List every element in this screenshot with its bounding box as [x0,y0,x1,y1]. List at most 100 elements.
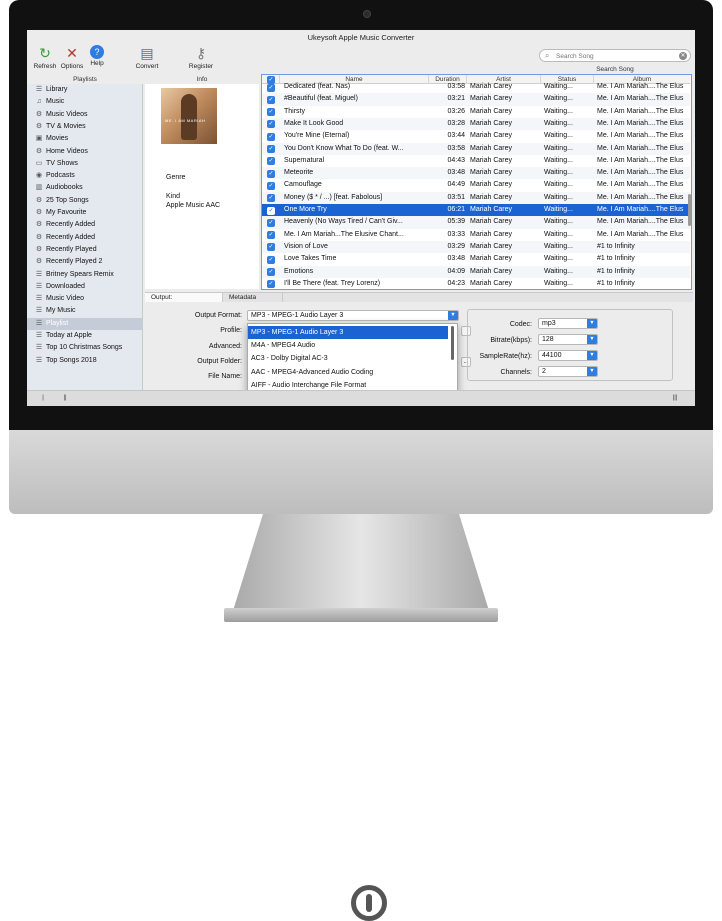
table-row[interactable]: ✓ Make It Look Good 03:28 Mariah Carey Waiti… [262,117,690,131]
sidebar-item-icon: ☰ [35,270,43,278]
sidebar-item[interactable]: ▣ Movies [27,133,143,145]
row-checkbox[interactable]: ✓ [267,108,275,117]
table-row[interactable]: ✓ Camouflage 04:49 Mariah Carey Waiting... Me… [262,179,690,191]
format-option[interactable]: AC3 - Dolby Digital AC-3 [248,352,448,365]
status-button-3[interactable]: ||| [669,394,681,403]
row-checkbox[interactable]: ✓ [267,206,275,215]
status-button-1[interactable]: | [37,394,49,403]
sidebar-item[interactable]: ▭ TV Shows [27,158,143,170]
row-checkbox[interactable]: ✓ [267,95,275,104]
row-checkbox[interactable]: ✓ [267,169,275,178]
row-checkbox[interactable]: ✓ [267,145,275,153]
sidebar-item[interactable]: ▥ Audiobooks [27,182,143,194]
row-checkbox[interactable]: ✓ [267,132,275,141]
table-row[interactable]: ✓ #Beautiful (feat. Miguel) 03:21 Mariah Ca… [262,93,690,106]
codec-select[interactable]: mp3 ▼ [538,318,598,329]
sidebar-item-icon: ⚙ [35,147,43,155]
table-row[interactable]: ✓ I'll Be There (feat. Trey Lorenz) 04:23 M… [262,278,690,289]
sidebar-item[interactable]: ☰ Britney Spears Remix [27,269,143,281]
sidebar-item[interactable]: ♫ Music [27,96,143,108]
row-checkbox[interactable]: ✓ [267,83,275,92]
sidebar-item-label: My Favourite [46,209,87,216]
row-checkbox[interactable]: ✓ [267,181,275,190]
sidebar-item[interactable]: ☰ My Music [27,305,143,317]
sidebar-item[interactable]: ◉ Podcasts [27,170,143,182]
table-row[interactable]: ✓ Heavenly (No Ways Tired / Can't Giv... 0… [262,216,690,229]
row-checkbox[interactable]: ✓ [267,268,275,276]
sidebar-item[interactable]: ⚙ 25 Top Songs [27,195,143,207]
output-format-select[interactable]: MP3 - MPEG-1 Audio Layer 3 ▼ [247,310,459,321]
table-row[interactable]: ✓ Money ($ * / ...) [feat. Fabolous] 03:51… [262,191,690,204]
monitor-stand-base [224,608,498,622]
window-title: Ukeysoft Apple Music Converter [307,33,415,42]
cell-status: Waiting... [544,206,573,213]
table-row[interactable]: ✓ Meteorite 03:48 Mariah Carey Waiting... Me.… [262,167,690,180]
clear-search-icon[interactable]: ✕ [679,51,687,60]
sidebar-item[interactable]: ☰ Music Video [27,293,143,305]
sidebar-item[interactable]: ⚙ Recently Added [27,232,143,244]
table-row[interactable]: ✓ Vision of Love 03:29 Mariah Carey Waiting.… [262,240,690,254]
sidebar-item[interactable]: ⚙ Recently Played 2 [27,256,143,268]
format-option[interactable]: AAC - MPEG4-Advanced Audio Coding [248,366,448,379]
samplerate-select[interactable]: 44100 ▼ [538,350,598,361]
search-box[interactable]: ⌕ ✕ [539,49,691,62]
sidebar-item[interactable]: ☰ Today at Apple [27,330,143,342]
sidebar-item[interactable]: ☰ Downloaded [27,281,143,293]
cell-album: #1 to Infinity [597,242,635,250]
row-checkbox[interactable]: ✓ [267,255,275,264]
help-button[interactable]: ? Help [79,45,115,67]
sidebar-item[interactable]: ⚙ TV & Movies [27,121,143,133]
table-row[interactable]: ✓ You Don't Know What To Do (feat. W... 03… [262,142,690,155]
cell-name: Thirsty [284,107,305,115]
table-row[interactable]: ✓ Emotions 04:09 Mariah Carey Waiting... #1 t… [262,265,690,278]
bitrate-select[interactable]: 128 ▼ [538,334,598,345]
row-checkbox[interactable]: ✓ [267,194,275,203]
cell-status: Waiting... [544,83,573,90]
sidebar-item[interactable]: ⚙ Recently Played [27,244,143,256]
table-row[interactable]: ✓ Thirsty 03:26 Mariah Carey Waiting... Me. I… [262,106,690,118]
channels-select[interactable]: 2 ▼ [538,366,598,377]
dropdown-scrollbar[interactable] [451,326,454,360]
row-checkbox[interactable]: ✓ [267,120,275,129]
table-row[interactable]: ✓ You're Mine (Eternal) 03:44 Mariah Carey W… [262,130,690,142]
table-row[interactable]: ✓ Me. I Am Mariah...The Elusive Chant... 0… [262,229,690,241]
cell-artist: Mariah Carey [470,255,513,263]
sidebar-item-icon: ☰ [35,282,43,290]
codec-settings-box: Codec: mp3 ▼ Bitrate(kbps): 128 ▼ Sample… [467,309,673,381]
search-input[interactable] [556,51,676,61]
scrollbar-thumb[interactable] [688,194,691,226]
format-option[interactable]: MP3 - MPEG-1 Audio Layer 3 [248,326,448,339]
table-row[interactable]: ✓ Dedicated (feat. Nas) 03:58 Mariah Carey W… [262,81,690,93]
cell-artist: Mariah Carey [470,144,513,152]
sidebar-item-icon: ▥ [35,184,43,192]
sidebar-item[interactable]: ⚙ Music Videos [27,109,143,121]
register-button[interactable]: ⚷ Register [183,45,219,70]
table-row[interactable]: ✓ Love Takes Time 03:48 Mariah Carey Waiting… [262,253,690,265]
cell-duration: 04:49 [447,181,465,189]
row-checkbox[interactable]: ✓ [267,243,275,252]
sidebar-item[interactable]: ⚙ My Favourite [27,207,143,219]
cell-name: #Beautiful (feat. Miguel) [284,95,358,103]
convert-button[interactable]: ▤ Convert [129,45,165,70]
row-checkbox[interactable]: ✓ [267,157,275,166]
sidebar-item[interactable]: ☰ Top Songs 2018 [27,355,143,367]
table-scrollbar[interactable] [688,84,691,289]
status-button-2[interactable]: || [59,394,71,403]
sidebar-item-icon: ⚙ [35,110,43,118]
sidebar-item[interactable]: ⚙ Recently Added [27,219,143,231]
row-checkbox[interactable]: ✓ [267,231,275,240]
cell-name: One More Try [284,206,327,213]
sidebar-item-icon: ☰ [35,356,43,364]
sidebar-item[interactable]: ☰ Library [27,84,143,96]
table-row[interactable]: ✓ One More Try 06:21 Mariah Carey Waiting...… [262,204,690,217]
cell-name: I'll Be There (feat. Trey Lorenz) [284,279,381,287]
sidebar-item[interactable]: ☰ Top 10 Christmas Songs [27,342,143,354]
monitor-stand [232,514,490,614]
sidebar-item[interactable]: ⚙ Home Videos [27,146,143,158]
file-name-label: File Name: [208,373,242,380]
row-checkbox[interactable]: ✓ [267,218,275,227]
format-option[interactable]: M4A - MPEG4 Audio [248,339,448,352]
table-row[interactable]: ✓ Supernatural 04:43 Mariah Carey Waiting...… [262,155,690,167]
row-checkbox[interactable]: ✓ [267,280,275,289]
sidebar-item[interactable]: ☰ Playlist [27,317,143,330]
